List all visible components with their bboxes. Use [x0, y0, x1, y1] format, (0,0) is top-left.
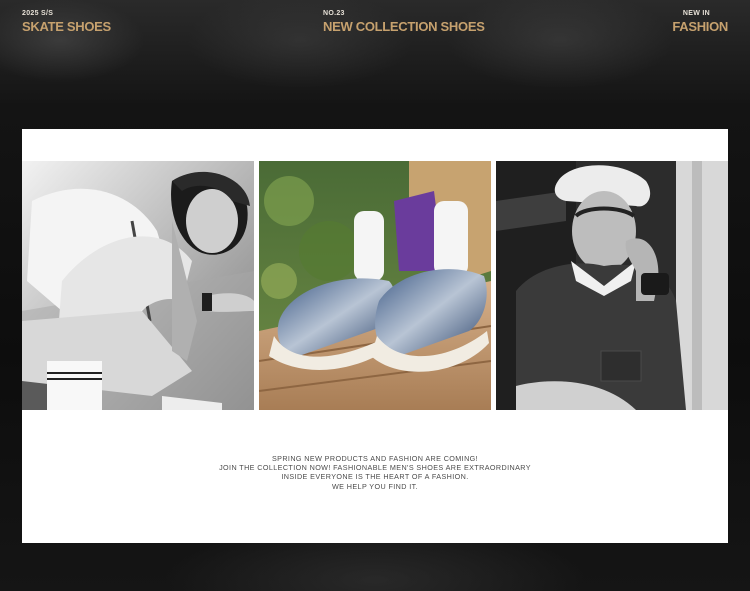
skate-shoes-title: SKATE SHOES — [22, 19, 111, 34]
season-label: 2025 S/S — [22, 10, 54, 17]
collection-card: SPRING NEW PRODUCTS AND FASHION ARE COMI… — [22, 129, 728, 543]
new-collection-title: NEW COLLECTION SHOES — [323, 19, 485, 34]
fashion-title: FASHION — [672, 19, 728, 34]
header-right: NEW IN FASHION — [672, 10, 728, 34]
collection-caption: SPRING NEW PRODUCTS AND FASHION ARE COMI… — [22, 454, 728, 491]
denim-shoes-illustration — [259, 161, 491, 410]
caption-line-2: JOIN THE COLLECTION NOW! FASHIONABLE MEN… — [219, 463, 531, 473]
caption-line-3: INSIDE EVERYONE IS THE HEART OF A FASHIO… — [281, 472, 469, 482]
photo-skater — [22, 161, 254, 410]
caption-line-1: SPRING NEW PRODUCTS AND FASHION ARE COMI… — [271, 454, 479, 463]
header-center: NO.23 NEW COLLECTION SHOES — [323, 10, 485, 34]
collection-number: NO.23 — [323, 10, 345, 17]
photo-denim-shoes — [259, 161, 491, 410]
man-in-cap-illustration — [496, 161, 728, 410]
new-in-label: NEW IN — [682, 10, 710, 17]
caption-line-4: WE HELP YOU FIND IT. — [331, 481, 418, 491]
photo-man-in-cap — [496, 161, 728, 410]
header-left: 2025 S/S SKATE SHOES — [22, 10, 111, 34]
skater-illustration — [22, 161, 254, 410]
